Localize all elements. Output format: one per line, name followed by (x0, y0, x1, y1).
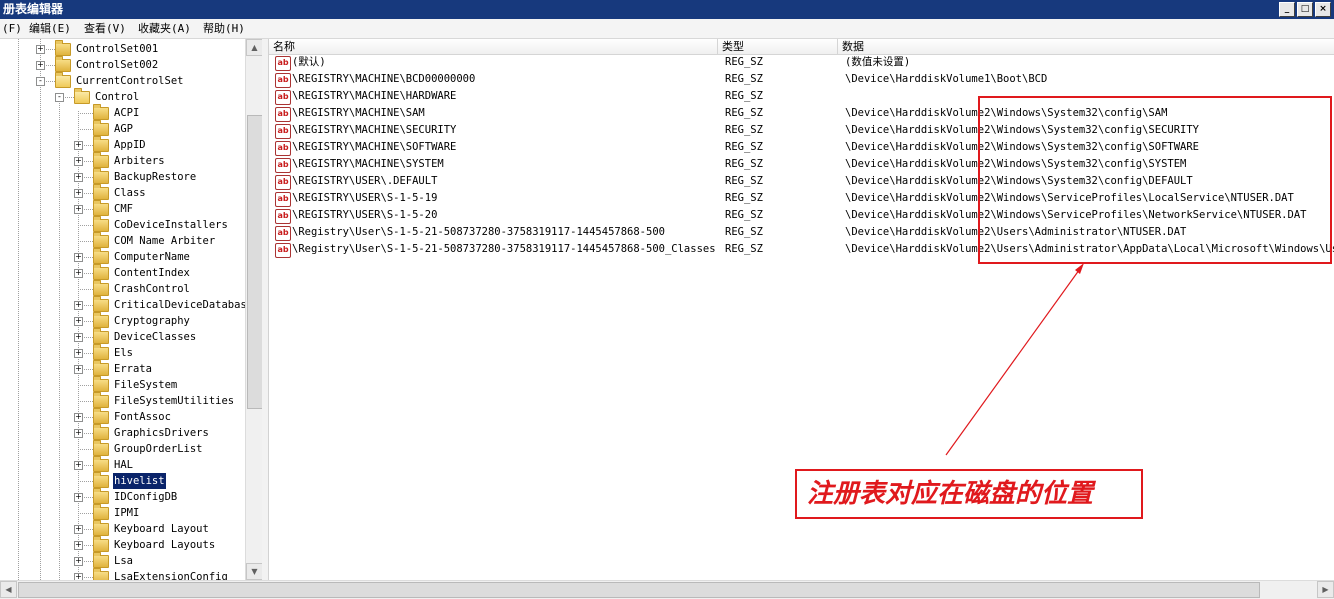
annotation-callout: 注册表对应在磁盘的位置 (795, 469, 1143, 519)
